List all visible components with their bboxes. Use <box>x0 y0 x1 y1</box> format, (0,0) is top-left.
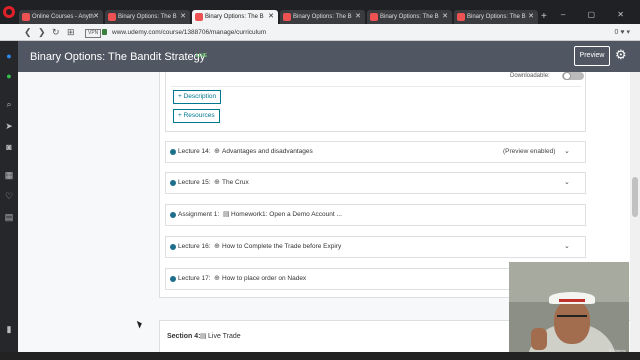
close-tab-icon[interactable]: ✕ <box>355 10 361 24</box>
close-tab-icon[interactable]: ✕ <box>442 10 448 24</box>
sidebar-toggle-icon[interactable]: ▮ <box>4 324 14 334</box>
curriculum-item[interactable]: Assignment 1: ▤ Homework1: Open a Demo A… <box>165 204 586 226</box>
live-badge: LIVE <box>196 53 208 59</box>
browser-tab-active[interactable]: Binary Options: The B ✕ <box>192 10 278 24</box>
reload-icon[interactable]: ↻ <box>52 26 60 38</box>
speed-dial-icon[interactable]: ⊞ <box>67 26 75 38</box>
webcam-overlay: © Udemy <box>509 262 629 358</box>
presenter-hand <box>531 328 547 350</box>
hat-band <box>559 299 585 302</box>
chevron-down-icon[interactable]: ⌄ <box>564 237 570 257</box>
close-tab-icon[interactable]: ✕ <box>93 10 99 24</box>
udemy-favicon-icon <box>283 13 291 21</box>
expanded-lecture: Downloadable: + Description + Resources <box>165 72 586 132</box>
presenter-face <box>554 300 590 344</box>
page-scrollbar[interactable] <box>630 72 640 360</box>
scrollbar-thumb[interactable] <box>632 177 638 217</box>
lock-icon <box>102 29 107 35</box>
forward-icon[interactable]: ❯ <box>38 26 46 38</box>
udemy-favicon-icon <box>195 13 203 21</box>
document-icon: ▤ <box>200 333 207 340</box>
check-circle-icon <box>170 244 176 250</box>
opera-logo-icon[interactable] <box>3 6 15 18</box>
new-tab-icon[interactable]: + <box>541 10 547 24</box>
search-icon[interactable]: ⌕ <box>4 99 14 109</box>
address-bar: ❮ ❯ ↻ ⊞ VPN www.udemy.com/course/1388706… <box>0 24 640 41</box>
curriculum-item[interactable]: Lecture 14: ⊕ Advantages and disadvantag… <box>165 141 586 163</box>
udemy-favicon-icon <box>22 13 30 21</box>
url-field[interactable]: www.udemy.com/course/1388706/manage/curr… <box>112 27 266 38</box>
vpn-badge[interactable]: VPN <box>85 29 102 38</box>
add-description-button[interactable]: + Description <box>173 90 222 104</box>
close-tab-icon[interactable]: ✕ <box>528 10 534 24</box>
play-circle-icon: ⊕ <box>214 275 220 282</box>
check-circle-icon <box>170 149 176 155</box>
window-controls[interactable]: – ▢ ✕ <box>561 10 634 19</box>
chevron-down-icon[interactable]: ⌄ <box>564 142 570 162</box>
camera-icon[interactable]: ◙ <box>4 142 14 152</box>
browser-tab[interactable]: Binary Options: The B ✕ <box>280 10 365 24</box>
browser-tab[interactable]: Binary Options: The B ✕ <box>454 10 538 24</box>
item-title: How to place order on Nadex <box>222 275 307 282</box>
browser-tab[interactable]: Binary Options: The B ✕ <box>367 10 452 24</box>
udemy-favicon-icon <box>457 13 465 21</box>
play-circle-icon: ⊕ <box>214 243 220 250</box>
taskbar-strip <box>0 352 640 360</box>
item-title: The Crux <box>222 179 249 186</box>
opera-sidebar: ● ● ⌕ ➤ ◙ ▦ ♡ ▤ ▮ <box>0 41 18 360</box>
section-title: Live Trade <box>208 333 241 340</box>
course-title: Binary Options: The Bandit Strategy <box>30 51 206 63</box>
chevron-down-icon[interactable]: ⌄ <box>564 173 570 193</box>
item-title: How to Complete the Trade before Expiry <box>222 243 342 250</box>
browser-tab[interactable]: Binary Options: The B ✕ <box>105 10 190 24</box>
udemy-favicon-icon <box>370 13 378 21</box>
check-circle-icon <box>170 180 176 186</box>
play-circle-icon: ⊕ <box>214 148 220 155</box>
browser-tab-bar: Online Courses - Anyth ✕ Binary Options: … <box>0 0 640 24</box>
messenger-icon[interactable]: ● <box>4 51 14 61</box>
section-label: Section 4: <box>167 333 201 340</box>
downloadable-toggle[interactable] <box>562 72 584 80</box>
close-tab-icon[interactable]: ✕ <box>268 10 274 24</box>
close-tab-icon[interactable]: ✕ <box>180 10 186 24</box>
item-title: Homework1: Open a Demo Account ... <box>231 211 342 218</box>
document-icon: ▤ <box>223 211 230 218</box>
play-circle-icon: ⊕ <box>214 179 220 186</box>
course-header: Binary Options: The Bandit Strategy LIVE… <box>18 41 640 72</box>
back-icon[interactable]: ❮ <box>24 26 32 38</box>
send-icon[interactable]: ➤ <box>4 121 14 131</box>
preview-button[interactable]: Preview <box>574 46 610 66</box>
presenter-hat <box>549 292 595 304</box>
grid-icon[interactable]: ▦ <box>4 170 14 180</box>
gear-icon[interactable]: ⚙ <box>615 47 627 63</box>
curriculum-item[interactable]: Lecture 16: ⊕ How to Complete the Trade … <box>165 236 586 258</box>
heart-icon[interactable]: ♡ <box>4 191 14 201</box>
presenter-glasses <box>557 315 587 320</box>
preview-status: (Preview enabled) <box>503 148 556 155</box>
add-resources-button[interactable]: + Resources <box>173 109 220 123</box>
check-circle-icon <box>170 276 176 282</box>
divider <box>171 86 581 87</box>
check-circle-icon <box>170 212 176 218</box>
address-bar-extensions[interactable]: 0 ♥ ▾ <box>615 27 630 38</box>
curriculum-item[interactable]: Lecture 15: ⊕ The Crux ⌄ <box>165 172 586 194</box>
downloadable-label: Downloadable: <box>510 73 550 79</box>
whatsapp-icon[interactable]: ● <box>4 71 14 81</box>
toggle-knob <box>563 72 571 80</box>
news-icon[interactable]: ▤ <box>4 212 14 222</box>
udemy-favicon-icon <box>108 13 116 21</box>
mouse-cursor <box>136 319 144 329</box>
browser-tab[interactable]: Online Courses - Anyth ✕ <box>19 10 103 24</box>
item-title: Advantages and disadvantages <box>222 148 313 155</box>
